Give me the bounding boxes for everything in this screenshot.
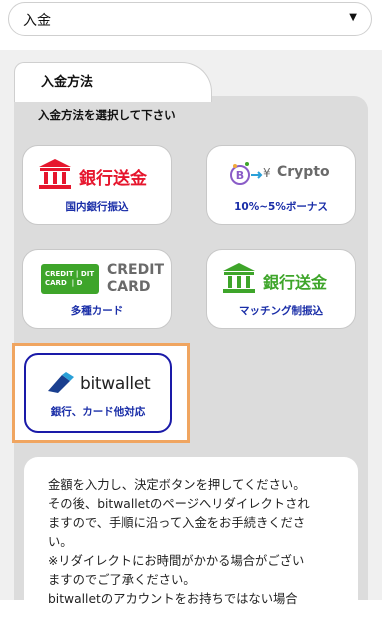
bitwallet-logo-icon [48, 372, 74, 393]
instruction-text: 入金方法を選択して下さい [38, 108, 176, 122]
bitwallet-logo-text: bitwallet [80, 374, 151, 394]
bitcoin-exchange-icon: B [230, 162, 263, 185]
option-credit-card[interactable]: CREDIT | DIT CARD | D CREDIT CARD 多種カード [22, 249, 172, 329]
credit-logo-text-line2: CARD [107, 279, 151, 295]
bank-icon [223, 263, 255, 293]
top-bar: 入金 ▼ [0, 0, 382, 51]
caret-down-icon: ▼ [349, 12, 357, 23]
crypto-logo-text: Crypto [277, 164, 330, 180]
option-bank-transfer[interactable]: 銀行送金 国内銀行振込 [22, 145, 172, 225]
credit-card-logo: CREDIT | DIT CARD | D CREDIT CARD [23, 262, 171, 296]
option-bitwallet[interactable]: bitwallet 銀行、カード他対応 [24, 353, 172, 433]
notice-line: 金額を入力し、決定ボタンを押してください。 [48, 478, 306, 492]
option-caption: 国内銀行振込 [65, 201, 129, 213]
notice-line: い。 [48, 535, 73, 549]
bank-icon [39, 159, 71, 189]
card-icon-text: CREDIT | DIT CARD | D [45, 270, 95, 287]
credit-logo-text-line1: CREDIT [107, 262, 164, 278]
option-caption: 多種カード [70, 305, 124, 317]
svg-text:B: B [236, 169, 244, 182]
option-caption: 銀行、カード他対応 [50, 406, 146, 418]
bank-logo-green: 銀行送金 [207, 262, 355, 296]
tab-deposit-method[interactable]: 入金方法 [14, 62, 212, 102]
option-matching-transfer[interactable]: 銀行送金 マッチング制振込 [206, 249, 356, 329]
notice-line: bitwalletのアカウントをお持ちではない場合 [48, 592, 298, 606]
select-value: 入金 [23, 13, 51, 29]
option-caption: マッチング制振込 [239, 305, 323, 317]
option-caption: 10%~5%ボーナス [234, 201, 328, 213]
notice-line: ※リダイレクトにお時間がかかる場合がござい [48, 554, 305, 568]
bank-logo-text: 銀行送金 [263, 273, 328, 292]
bank-logo-text: 銀行送金 [79, 169, 147, 189]
deposit-select[interactable]: 入金 ▼ [8, 2, 372, 36]
credit-card-icon: CREDIT | DIT CARD | D [41, 264, 99, 294]
tab-label: 入金方法 [41, 75, 94, 90]
notice-line: ますのでご了承ください。 [48, 573, 196, 587]
notice-box: 金額を入力し、決定ボタンを押してください。 その後、bitwalletのページへ… [24, 457, 358, 617]
crypto-logo: B ¥ Crypto [207, 158, 355, 192]
bank-logo: 銀行送金 [23, 158, 171, 192]
yen-symbol: ¥ [263, 166, 271, 180]
option-crypto[interactable]: B ¥ Crypto 10%~5%ボーナス [206, 145, 356, 225]
notice-line: ますので、手順に沿って入金をお手続きくださ [48, 516, 306, 530]
notice-line: その後、bitwalletのページへリダイレクトされ [48, 497, 310, 511]
